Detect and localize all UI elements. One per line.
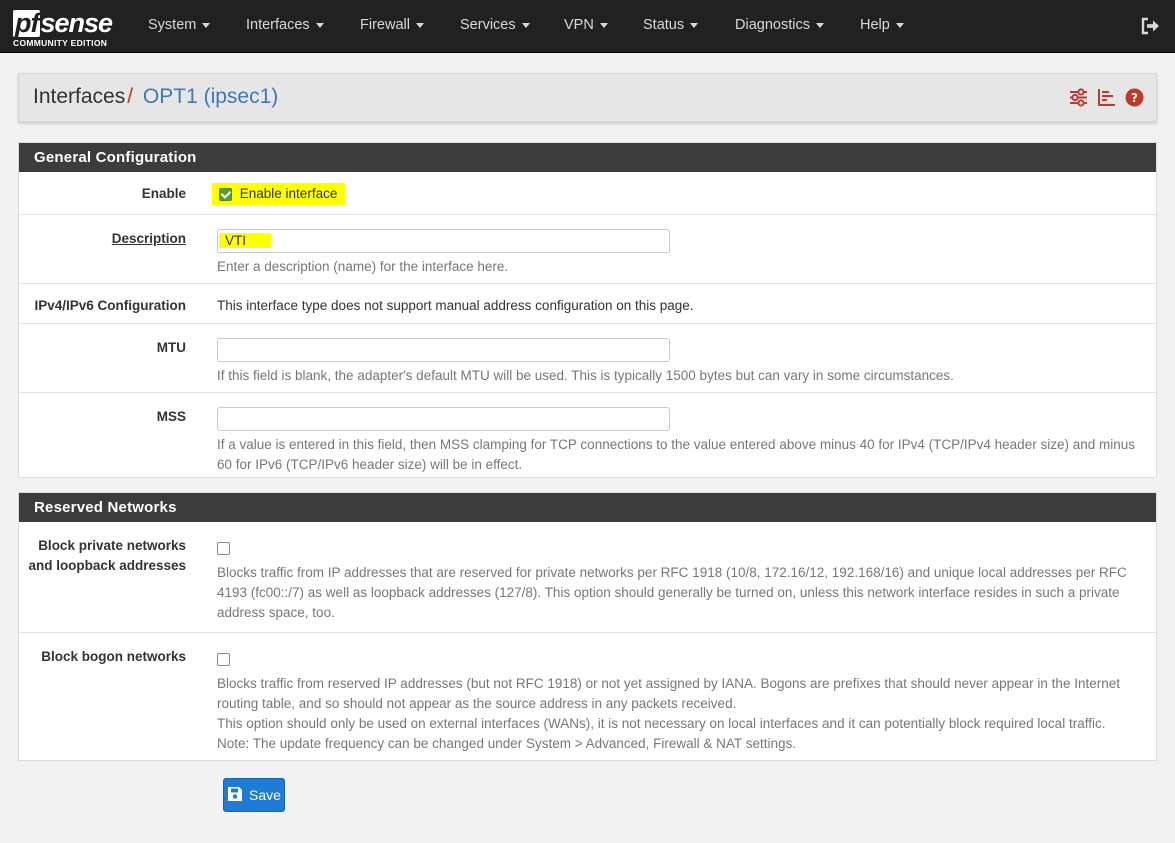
nav-status[interactable]: Status [643,17,699,33]
caret-down-icon [895,22,904,28]
block-bogon-checkbox[interactable] [217,652,230,666]
breadcrumb-bar: Interfaces/ OPT1 (ipsec1) ? [18,73,1157,122]
nav-diagnostics[interactable]: Diagnostics [735,17,824,33]
sign-out-icon[interactable] [1140,16,1160,36]
block-bogon-row: Block bogon networks Blocks traffic from… [19,632,1156,762]
block-private-field [217,539,230,555]
save-button[interactable]: Save [223,778,285,812]
enable-interface-label[interactable]: Enable interface [240,186,338,201]
nav-vpn[interactable]: VPN [564,17,608,33]
description-help: Enter a description (name) for the inter… [217,259,509,274]
list-chart-icon[interactable] [1097,88,1116,107]
general-configuration-title: General Configuration [19,143,1156,172]
nav-help[interactable]: Help [860,17,904,33]
description-row: Description VTI Enter a description (nam… [19,214,1156,283]
breadcrumb: Interfaces/ OPT1 (ipsec1) [33,85,278,109]
enable-row: Enable Enable interface [19,172,1156,214]
mtu-field-wrap [217,338,670,362]
mtu-input[interactable] [217,338,670,362]
reserved-networks-panel: Reserved Networks Block private networks… [18,492,1157,761]
ip-configuration-text: This interface type does not support man… [217,298,694,313]
mss-row: MSS If a value is entered in this field,… [19,392,1156,479]
help-circle-icon[interactable]: ? [1125,88,1144,107]
mss-help: If a value is entered in this field, the… [217,437,1135,472]
caret-down-icon [202,22,211,28]
block-private-label: Block private networks and loopback addr… [28,538,186,573]
logo-edition: COMMUNITY EDITION [13,38,108,48]
caret-down-icon [315,22,324,28]
top-navbar: pfsense COMMUNITY EDITION System Interfa… [0,0,1175,53]
mtu-row: MTU If this field is blank, the adapter'… [19,323,1156,392]
description-input[interactable]: VTI [217,229,670,253]
floppy-disk-icon [227,786,243,805]
block-private-help: Blocks traffic from IP addresses that ar… [217,565,1127,620]
block-private-row: Block private networks and loopback addr… [19,522,1156,632]
mss-label: MSS [156,409,186,424]
general-configuration-panel: General Configuration Enable Enable inte… [18,142,1157,478]
nav-system[interactable]: System [148,17,211,33]
breadcrumb-separator: / [127,85,134,108]
reserved-networks-title: Reserved Networks [19,493,1156,522]
description-label[interactable]: Description [112,229,186,249]
nav-services[interactable]: Services [460,17,530,33]
svg-text:?: ? [1131,91,1138,105]
ip-configuration-row: IPv4/IPv6 Configuration This interface t… [19,283,1156,323]
save-label: Save [249,787,281,803]
mss-field-wrap [217,407,670,431]
enable-label: Enable [141,186,186,201]
mtu-help: If this field is blank, the adapter's de… [217,368,954,383]
caret-down-icon [815,22,824,28]
block-bogon-help: Blocks traffic from reserved IP addresse… [217,676,1120,751]
pfsense-logo[interactable]: pfsense COMMUNITY EDITION [13,8,121,48]
breadcrumb-current[interactable]: OPT1 (ipsec1) [143,85,278,108]
breadcrumb-actions: ? [1069,88,1144,107]
nav-interfaces[interactable]: Interfaces [246,17,324,33]
caret-down-icon [690,22,699,28]
nav-firewall[interactable]: Firewall [360,17,424,33]
caret-down-icon [415,22,424,28]
logo-wordmark: pfsense [13,8,113,38]
breadcrumb-parent[interactable]: Interfaces [33,85,125,108]
description-field-wrap: VTI [217,229,670,253]
block-private-checkbox[interactable] [217,541,230,555]
block-bogon-field [217,650,230,666]
mss-input[interactable] [217,407,670,431]
block-bogon-label: Block bogon networks [41,649,186,664]
caret-down-icon [599,22,608,28]
caret-down-icon [521,22,530,28]
sliders-icon[interactable] [1069,88,1088,107]
ip-configuration-label: IPv4/IPv6 Configuration [34,298,186,313]
enable-interface-checkbox[interactable] [219,187,232,201]
enable-checkbox-wrap[interactable]: Enable interface [212,183,346,205]
mtu-label: MTU [156,340,186,355]
